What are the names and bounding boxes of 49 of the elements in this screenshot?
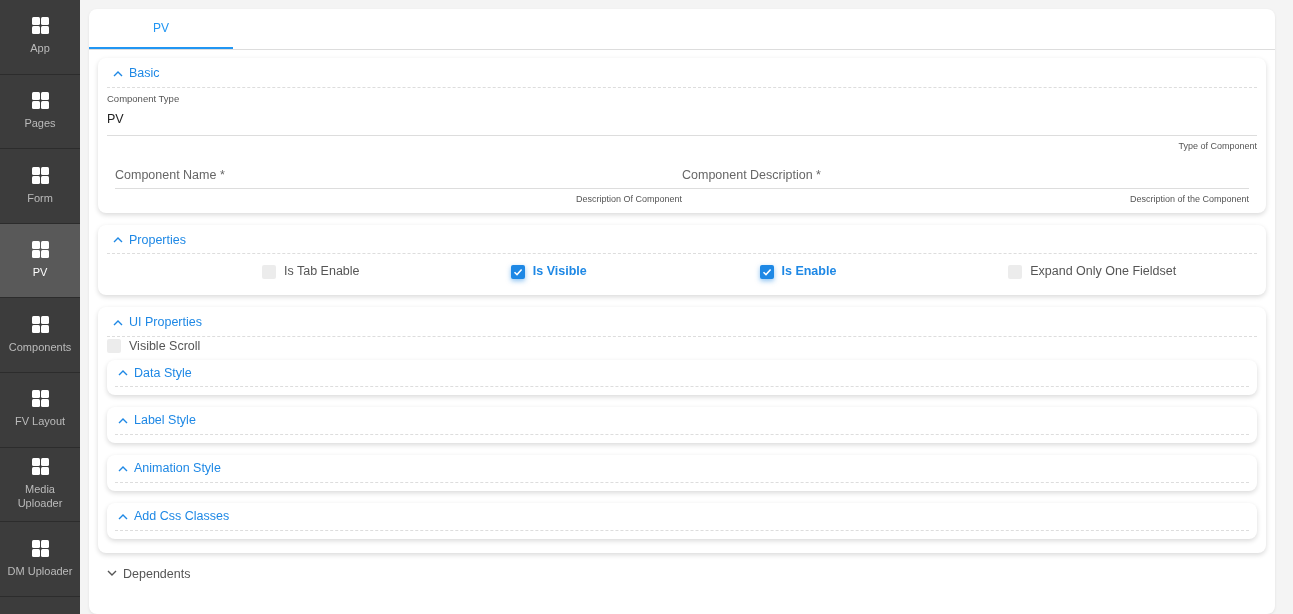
chevron-up-icon [113,236,123,244]
section-header[interactable]: Data Style [115,359,1249,388]
input-field[interactable]: Component Description * [682,163,1249,189]
sidebar-item[interactable]: Media Uploader [0,447,80,523]
field-hint: Type of Component [1177,139,1257,153]
checkbox[interactable] [759,264,774,279]
field-hint: Description Of Component [574,193,682,206]
section-header[interactable]: Label Style [115,407,1249,435]
sidebar-item[interactable]: Pages [0,74,80,150]
chevron-up-icon [118,369,128,377]
sidebar-item[interactable]: DM Uploader [0,522,80,597]
chevron-up-icon [118,417,128,425]
sidebar-item[interactable]: App [0,0,80,75]
sidebar-item[interactable]: PV [0,223,80,299]
field-hint: Description of the Component [1128,193,1249,206]
checkbox-label: Is Tab Enable [284,263,360,281]
chevron-down-icon [107,570,117,578]
checkbox-label: Expand Only One Fieldset [1030,263,1177,281]
grid-icon [31,166,49,184]
chevron-up-icon [118,512,128,520]
grid-icon [31,17,49,35]
grid-icon [31,315,49,333]
checkbox[interactable] [510,264,525,279]
section-header[interactable]: UI Properties [107,307,1257,337]
input-field[interactable]: Component Name * [115,163,682,189]
grid-icon [31,390,49,408]
section-header[interactable]: Add Css Classes [115,502,1249,531]
section-header[interactable]: Animation Style [115,455,1249,483]
chevron-up-icon [113,318,123,326]
field-label: Component Type [107,91,181,106]
tab[interactable]: PV [89,9,233,49]
section-header[interactable]: Dependents [98,564,200,584]
check-icon [761,266,772,277]
sidebar-item[interactable]: Form [0,149,80,224]
checkbox-label: Is Visible [532,263,587,281]
checkbox-label: Visible Scroll [129,337,201,355]
grid-icon [31,539,49,557]
section-header[interactable]: Basic [107,58,1257,88]
check-icon [512,266,523,277]
grid-icon [31,458,49,476]
input-field[interactable]: PV [107,106,1257,136]
checkbox-label: Is Enable [781,263,837,281]
sidebar-item[interactable]: FV Layout [0,372,80,448]
chevron-up-icon [118,464,128,472]
section-header[interactable]: Properties [107,224,1257,255]
sidebar-item[interactable]: Components [0,298,80,373]
grid-icon [31,241,49,259]
grid-icon [31,92,49,109]
chevron-up-icon [113,69,123,77]
